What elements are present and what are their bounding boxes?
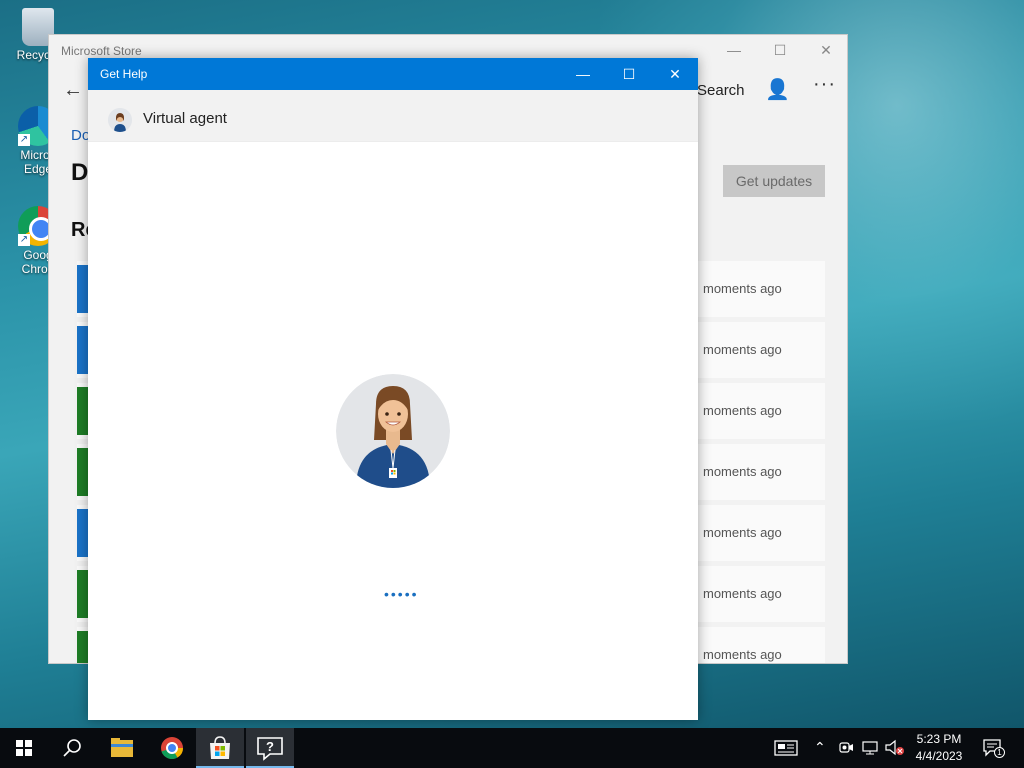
network-icon[interactable] <box>861 740 881 756</box>
agent-name: Virtual agent <box>143 110 227 127</box>
chrome-taskbar-button[interactable] <box>148 728 196 768</box>
download-time: moments ago <box>703 586 782 601</box>
loading-indicator: ••••• <box>384 586 419 602</box>
search-icon <box>63 739 81 757</box>
page-title: D <box>71 159 89 186</box>
volume-muted-icon[interactable] <box>884 739 906 757</box>
maximize-button[interactable]: ☐ <box>606 58 652 90</box>
agent-header: Virtual agent <box>88 90 698 142</box>
file-explorer-icon <box>111 738 133 757</box>
get-help-taskbar-button[interactable]: ? <box>246 728 294 768</box>
store-close-button[interactable]: ✕ <box>803 39 847 61</box>
microsoft-store-icon <box>210 736 230 759</box>
download-time: moments ago <box>703 525 782 540</box>
download-time: moments ago <box>703 403 782 418</box>
shortcut-arrow-icon: ↗ <box>18 234 30 246</box>
notification-count-badge: 1 <box>994 747 1005 758</box>
get-help-title: Get Help <box>100 67 148 81</box>
minimize-button[interactable]: — <box>560 58 606 90</box>
download-time: moments ago <box>703 464 782 479</box>
news-widget-icon[interactable] <box>774 739 800 757</box>
agent-avatar-icon <box>108 108 132 132</box>
webcam-icon[interactable] <box>838 740 854 756</box>
store-window-title: Microsoft Store <box>61 44 142 58</box>
store-maximize-button[interactable]: ☐ <box>757 39 803 61</box>
get-updates-button[interactable]: Get updates <box>723 165 825 197</box>
more-options-button[interactable]: ··· <box>813 73 836 96</box>
search-taskbar-button[interactable] <box>48 728 96 768</box>
chevron-up-icon[interactable]: ⌃ <box>814 739 826 756</box>
download-time: moments ago <box>703 281 782 296</box>
get-help-icon: ? <box>257 737 283 761</box>
start-button[interactable] <box>0 728 48 768</box>
download-time: moments ago <box>703 342 782 357</box>
chrome-icon <box>161 737 183 760</box>
download-time: moments ago <box>703 647 782 662</box>
microsoft-store-taskbar-button[interactable] <box>196 728 244 768</box>
close-button[interactable]: ✕ <box>652 58 698 90</box>
clock-time[interactable]: 5:23 PM <box>910 732 968 746</box>
file-explorer-button[interactable] <box>98 728 146 768</box>
account-icon[interactable]: 👤 <box>765 77 790 102</box>
virtual-agent-avatar <box>336 374 450 488</box>
start-icon <box>16 740 32 756</box>
store-minimize-button[interactable]: — <box>711 39 757 61</box>
action-center-button[interactable]: 1 <box>982 738 1005 758</box>
get-help-titlebar[interactable]: Get Help — ☐ ✕ <box>88 58 698 90</box>
svg-text:?: ? <box>266 739 274 754</box>
get-help-window: Get Help — ☐ ✕ Virtual agent ••••• <box>88 58 698 720</box>
search-button[interactable]: Search <box>697 82 745 99</box>
back-arrow-icon[interactable]: ← <box>63 79 83 102</box>
clock-date[interactable]: 4/4/2023 <box>910 749 968 763</box>
shortcut-arrow-icon: ↗ <box>18 134 30 146</box>
taskbar: ? ⌃ 5:23 PM 4/4/2023 1 <box>0 728 1024 768</box>
